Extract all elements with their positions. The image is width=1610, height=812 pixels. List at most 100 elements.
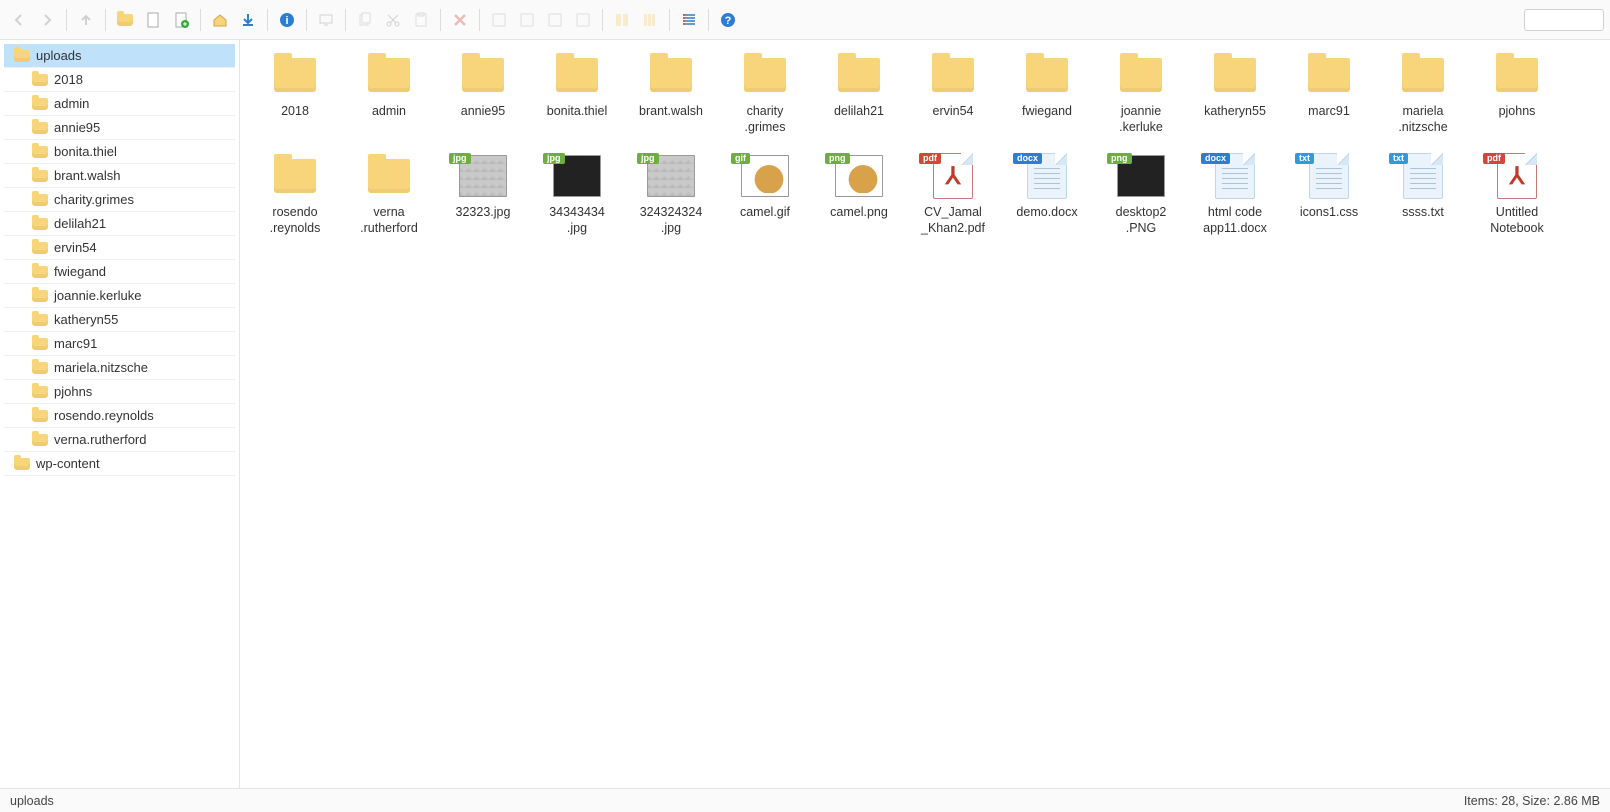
upload-button[interactable] [168, 7, 194, 33]
folder-item[interactable]: verna .rutherford [342, 153, 436, 236]
item-label: camel.png [812, 205, 906, 221]
tree-node-uploads[interactable]: uploads [4, 44, 235, 68]
folder-icon [838, 58, 880, 92]
folder-item[interactable]: joannie .kerluke [1094, 52, 1188, 135]
tree-node[interactable]: delilah21 [4, 212, 235, 236]
file-item[interactable]: jpg34343434 .jpg [530, 153, 624, 236]
folder-item[interactable]: bonita.thiel [530, 52, 624, 135]
up-button[interactable] [73, 7, 99, 33]
folder-item[interactable]: admin [342, 52, 436, 135]
folder-item[interactable]: katheryn55 [1188, 52, 1282, 135]
cut-button[interactable] [380, 7, 406, 33]
tree-node-label: marc91 [54, 336, 97, 351]
home-button[interactable] [207, 7, 233, 33]
item-label: 2018 [248, 104, 342, 120]
folder-item[interactable]: rosendo .reynolds [248, 153, 342, 236]
tree-node[interactable]: ervin54 [4, 236, 235, 260]
archive-button[interactable] [542, 7, 568, 33]
tree-node[interactable]: pjohns [4, 380, 235, 404]
delete-button[interactable] [447, 7, 473, 33]
file-item[interactable]: txtssss.txt [1376, 153, 1470, 236]
tree-node[interactable]: charity.grimes [4, 188, 235, 212]
columns-button[interactable] [637, 7, 663, 33]
tree-node[interactable]: bonita.thiel [4, 140, 235, 164]
folder-item[interactable]: fwiegand [1000, 52, 1094, 135]
folder-item[interactable]: marc91 [1282, 52, 1376, 135]
help-icon: ? [720, 12, 736, 28]
tree-node[interactable]: rosendo.reynolds [4, 404, 235, 428]
file-type-badge: png [825, 153, 850, 164]
preview-button[interactable] [313, 7, 339, 33]
rename-button[interactable] [486, 7, 512, 33]
file-item[interactable]: jpg32323.jpg [436, 153, 530, 236]
file-icon [1403, 153, 1443, 199]
folder-item[interactable]: delilah21 [812, 52, 906, 135]
tree-node[interactable]: verna.rutherford [4, 428, 235, 452]
tree-node[interactable]: brant.walsh [4, 164, 235, 188]
copy-button[interactable] [352, 7, 378, 33]
item-label: Untitled Notebook [1470, 205, 1564, 236]
paste-button[interactable] [408, 7, 434, 33]
folder-item[interactable]: ervin54 [906, 52, 1000, 135]
svg-text:i: i [285, 15, 288, 27]
file-type-badge: jpg [637, 153, 659, 164]
folder-icon [274, 159, 316, 193]
folder-item[interactable]: 2018 [248, 52, 342, 135]
item-thumbnail [269, 52, 321, 98]
item-thumbnail [551, 52, 603, 98]
tree-node[interactable]: admin [4, 92, 235, 116]
tree-node-wp-content[interactable]: wp-content [4, 452, 235, 476]
file-item[interactable]: docxdemo.docx [1000, 153, 1094, 236]
tree-node[interactable]: mariela.nitzsche [4, 356, 235, 380]
file-item[interactable]: ⅄pdfUntitled Notebook [1470, 153, 1564, 236]
file-item[interactable]: txticons1.css [1282, 153, 1376, 236]
folder-icon [1496, 58, 1538, 92]
separator [479, 9, 480, 31]
new-file-button[interactable] [140, 7, 166, 33]
tree-node[interactable]: 2018 [4, 68, 235, 92]
tree-node[interactable]: joannie.kerluke [4, 284, 235, 308]
folder-item[interactable]: pjohns [1470, 52, 1564, 135]
file-item[interactable]: docxhtml code app11.docx [1188, 153, 1282, 236]
file-item[interactable]: jpg324324324 .jpg [624, 153, 718, 236]
folder-tree[interactable]: uploads 2018adminannie95bonita.thielbran… [0, 40, 240, 788]
folder-icon [32, 314, 48, 326]
item-thumbnail [363, 153, 415, 199]
file-grid[interactable]: 2018adminannie95bonita.thielbrant.walshc… [240, 40, 1610, 788]
file-item[interactable]: png camel.png [812, 153, 906, 236]
tree-node[interactable]: katheryn55 [4, 308, 235, 332]
info-button[interactable]: i [274, 7, 300, 33]
help-button[interactable]: ? [715, 7, 741, 33]
item-label: katheryn55 [1188, 104, 1282, 120]
separator [306, 9, 307, 31]
file-item[interactable]: ⅄pdfCV_Jamal _Khan2.pdf [906, 153, 1000, 236]
folder-icon [1120, 58, 1162, 92]
file-item[interactable]: pngdesktop2 .PNG [1094, 153, 1188, 236]
folder-icon [32, 146, 48, 158]
separator [200, 9, 201, 31]
folder-item[interactable]: mariela .nitzsche [1376, 52, 1470, 135]
file-item[interactable]: gifcamel.gif [718, 153, 812, 236]
folder-item[interactable]: charity .grimes [718, 52, 812, 135]
tree-node[interactable]: fwiegand [4, 260, 235, 284]
folder-item[interactable]: annie95 [436, 52, 530, 135]
back-button[interactable] [6, 7, 32, 33]
edit-button[interactable] [514, 7, 540, 33]
split-button[interactable] [609, 7, 635, 33]
list-view-button[interactable] [676, 7, 702, 33]
tree-node[interactable]: marc91 [4, 332, 235, 356]
item-label: rosendo .reynolds [248, 205, 342, 236]
folder-icon [32, 362, 48, 374]
folder-item[interactable]: brant.walsh [624, 52, 718, 135]
separator [708, 9, 709, 31]
forward-button[interactable] [34, 7, 60, 33]
tree-node-label: charity.grimes [54, 192, 134, 207]
extract-button[interactable] [570, 7, 596, 33]
file-type-badge: pdf [1483, 153, 1505, 164]
search-input[interactable] [1524, 9, 1604, 31]
tree-node[interactable]: annie95 [4, 116, 235, 140]
folder-icon [932, 58, 974, 92]
new-folder-button[interactable] [112, 7, 138, 33]
download-button[interactable] [235, 7, 261, 33]
item-thumbnail [833, 52, 885, 98]
